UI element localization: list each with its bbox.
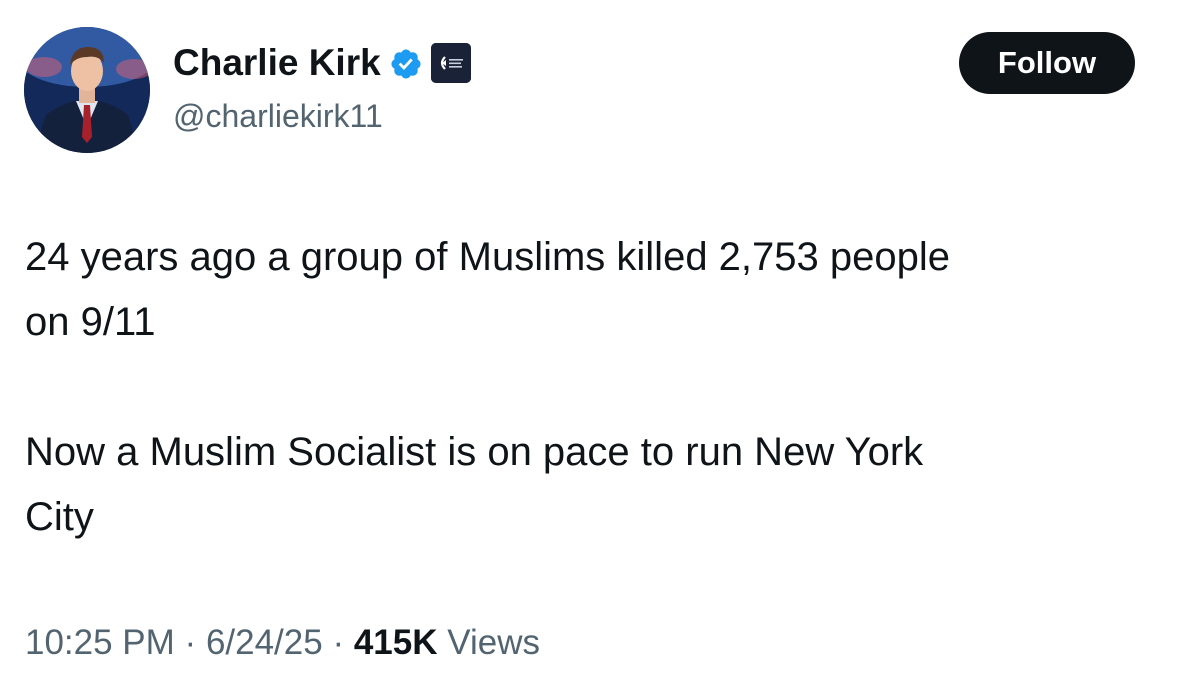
views-count[interactable]: 415K — [354, 623, 438, 662]
tweet-paragraph: 24 years ago a group of Muslims killed 2… — [25, 235, 950, 344]
author-handle[interactable]: @charliekirk11 — [173, 96, 383, 136]
avatar[interactable] — [24, 27, 150, 153]
meta-separator: · — [332, 623, 345, 662]
profile-photo — [24, 27, 150, 153]
views-label: Views — [447, 623, 540, 662]
tweet-paragraph: Now a Muslim Socialist is on pace to run… — [25, 430, 924, 539]
follow-button[interactable]: Follow — [959, 32, 1135, 94]
meta-separator: · — [184, 623, 197, 662]
author-display-name[interactable]: Charlie Kirk — [173, 40, 381, 86]
organization-affiliate-icon[interactable] — [430, 43, 471, 83]
tweet-time[interactable]: 10:25 PM — [25, 623, 175, 662]
verified-badge-icon[interactable] — [389, 46, 423, 80]
author-name-row: Charlie Kirk — [173, 40, 471, 86]
tweet-meta: 10:25 PM · 6/24/25 · 415K Views — [25, 620, 540, 666]
tweet-body: 24 years ago a group of Muslims killed 2… — [25, 225, 1155, 550]
tweet-date[interactable]: 6/24/25 — [206, 623, 323, 662]
